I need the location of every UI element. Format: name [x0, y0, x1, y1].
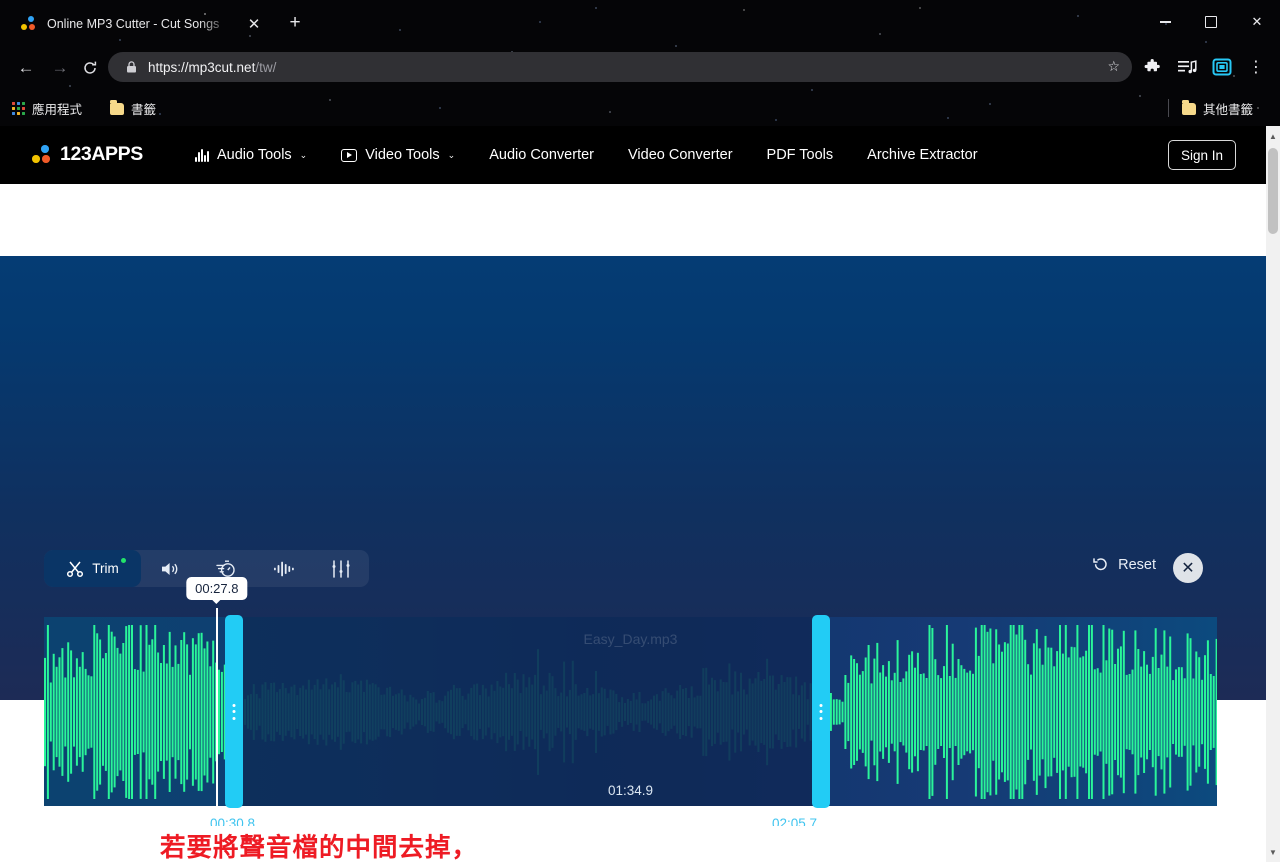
site-logo[interactable]: 123APPS	[32, 143, 143, 166]
forward-button[interactable]: →	[46, 54, 74, 82]
address-bar[interactable]: https://mp3cut.net/tw/ ☆	[108, 52, 1132, 82]
equalizer-icon	[195, 148, 209, 162]
handle-grip-icon	[232, 703, 236, 720]
123apps-favicon	[21, 15, 38, 33]
chrome-menu-icon[interactable]: ⋮	[1246, 55, 1266, 79]
extensions-icon[interactable]	[1140, 55, 1164, 79]
tool-trim-label: Trim	[92, 561, 119, 576]
playhead[interactable]: 00:27.8	[186, 577, 248, 808]
scroll-down-arrow[interactable]: ▼	[1266, 844, 1280, 860]
folder-icon	[1182, 100, 1196, 115]
editor-close-button[interactable]: ✕	[1173, 553, 1203, 583]
playhead-time-bubble: 00:27.8	[186, 577, 248, 600]
nav-audio-tools[interactable]: Audio Tools ⌄	[178, 126, 324, 184]
apps-grid-icon	[12, 102, 25, 115]
undo-icon	[1093, 558, 1107, 571]
scissors-icon	[67, 561, 84, 577]
bookmark-apps-label: 應用程式	[32, 103, 83, 117]
browser-chrome: Online MP3 Cutter - Cut Songs ✕ + ✕ ← →	[0, 0, 1280, 126]
nav-audio-converter[interactable]: Audio Converter	[472, 126, 611, 184]
folder-icon	[110, 100, 124, 115]
reset-button[interactable]: Reset	[1092, 556, 1156, 573]
trim-active-badge	[121, 558, 126, 563]
content-gap	[0, 184, 1266, 256]
browser-toolbar: ← → https://mp3cut.net/tw/ ☆ ⋮	[0, 44, 1280, 90]
bookmark-star-icon[interactable]: ☆	[1107, 58, 1120, 75]
nav-archive-extractor[interactable]: Archive Extractor	[850, 126, 994, 184]
lock-icon	[124, 61, 138, 73]
bookmarks-separator	[1168, 99, 1169, 117]
brand-name: 123APPS	[60, 143, 143, 165]
back-button[interactable]: ←	[12, 54, 40, 82]
reload-icon	[84, 61, 97, 74]
scrollbar-thumb[interactable]	[1268, 148, 1278, 234]
new-tab-button[interactable]: +	[282, 11, 308, 37]
nav-audio-tools-label: Audio Tools	[216, 147, 292, 163]
tool-trim[interactable]: Trim	[44, 550, 141, 587]
bookmark-folder[interactable]: 書籤	[110, 98, 156, 119]
chevron-down-icon: ⌄	[299, 150, 308, 160]
logo-dots-icon	[32, 145, 51, 164]
page-scrollbar[interactable]: ▲ ▼	[1266, 126, 1280, 862]
video-play-icon	[341, 148, 358, 162]
volume-icon	[161, 562, 177, 575]
nav-pdf-tools[interactable]: PDF Tools	[750, 126, 851, 184]
tool-waveform[interactable]	[255, 550, 312, 587]
file-name-label: Easy_Day.mp3	[583, 631, 678, 647]
waveform-icon	[273, 561, 294, 576]
browser-tab[interactable]: Online MP3 Cutter - Cut Songs ✕	[8, 6, 272, 42]
window-close-button[interactable]: ✕	[1234, 0, 1280, 44]
equalizer-sliders-icon	[332, 559, 349, 578]
window-controls: ✕	[1142, 0, 1280, 44]
audio-editor: Trim Reset ✕ Easy_Day.mp3 01:34.9 00:27.…	[0, 256, 1266, 862]
bookmark-other[interactable]: 其他書籤	[1182, 98, 1253, 119]
handle-grip-icon	[819, 703, 823, 720]
annotation-overlay: 若要將聲音檔的中間去掉， 可點此按鈕來調整你要保留的頭跟尾範圍。	[0, 826, 1266, 862]
bookmark-apps[interactable]: 應用程式	[12, 98, 82, 119]
site-nav: Audio Tools ⌄ Video Tools ⌄ Audio Conver…	[178, 126, 995, 184]
tab-strip: Online MP3 Cutter - Cut Songs ✕ + ✕	[0, 0, 1280, 44]
sign-in-button[interactable]: Sign In	[1168, 140, 1236, 170]
tab-title: Online MP3 Cutter - Cut Songs	[47, 17, 220, 31]
bookmark-folder-label: 書籤	[131, 103, 157, 117]
page-content: 123APPS Audio Tools ⌄ Video Tools ⌄ Audi…	[0, 126, 1266, 862]
total-duration-label: 01:34.9	[607, 783, 654, 798]
reading-list-icon[interactable]	[1175, 55, 1199, 79]
speed-stopwatch-icon	[216, 560, 235, 577]
url-text: https://mp3cut.net/tw/	[148, 59, 277, 75]
nav-video-tools-label: Video Tools	[365, 147, 440, 163]
reload-button[interactable]	[76, 54, 104, 82]
window-minimize-button[interactable]	[1142, 0, 1188, 44]
site-header: 123APPS Audio Tools ⌄ Video Tools ⌄ Audi…	[0, 126, 1266, 184]
annotation-line-1: 若要將聲音檔的中間去掉，	[160, 834, 479, 862]
selection-handle-left[interactable]	[225, 615, 244, 808]
nav-video-tools[interactable]: Video Tools ⌄	[324, 126, 472, 184]
bookmark-other-label: 其他書籤	[1203, 103, 1254, 117]
nav-video-converter[interactable]: Video Converter	[611, 126, 750, 184]
window-maximize-button[interactable]	[1188, 0, 1234, 44]
waveform-area[interactable]: Easy_Day.mp3 01:34.9 00:27.8	[44, 577, 1217, 808]
screen: Online MP3 Cutter - Cut Songs ✕ + ✕ ← →	[0, 0, 1280, 862]
scroll-up-arrow[interactable]: ▲	[1266, 128, 1280, 144]
reset-label: Reset	[1118, 556, 1156, 573]
tool-equalizer[interactable]	[312, 550, 369, 587]
selection-handle-right[interactable]	[811, 615, 830, 808]
cast-icon[interactable]	[1210, 55, 1234, 79]
bookmarks-bar: 應用程式 書籤 其他書籤	[0, 90, 1280, 126]
chevron-down-icon: ⌄	[447, 150, 456, 160]
tab-close-icon[interactable]: ✕	[244, 14, 264, 34]
